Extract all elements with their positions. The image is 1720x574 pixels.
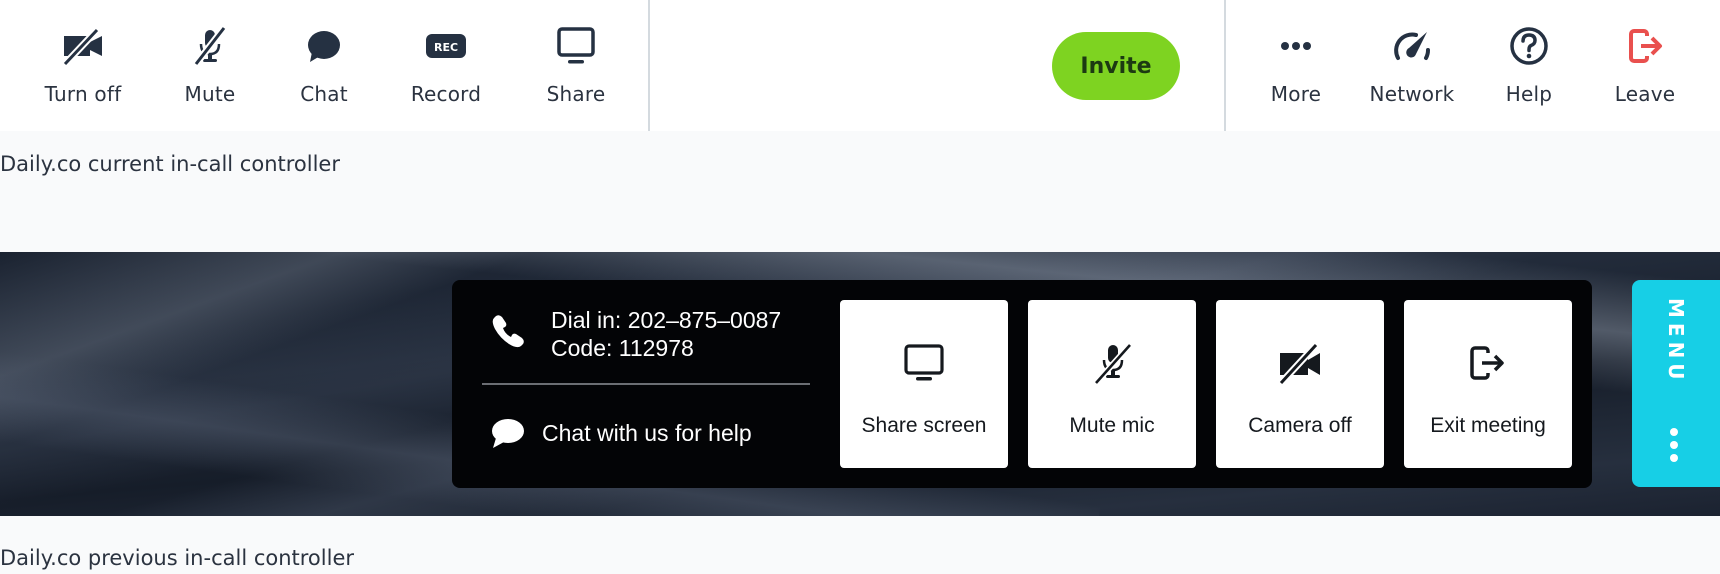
chat-bubble-icon — [302, 26, 346, 66]
more-label: More — [1270, 82, 1322, 106]
share-button[interactable]: Share — [544, 0, 608, 131]
chat-bubble-icon — [490, 416, 526, 450]
current-controller-toolbar: Turn off Mute Chat REC Record Share Invi… — [0, 0, 1720, 131]
mute-label: Mute — [184, 82, 236, 106]
turn-off-label: Turn off — [44, 82, 122, 106]
camera-off-icon — [1216, 340, 1384, 386]
toolbar-divider-left — [648, 0, 650, 131]
svg-text:REC: REC — [434, 41, 458, 54]
leave-button[interactable]: Leave — [1614, 0, 1676, 131]
mic-off-icon — [1028, 340, 1196, 386]
rec-icon: REC — [424, 26, 468, 66]
mute-mic-label: Mute mic — [1069, 414, 1155, 437]
phone-icon — [490, 312, 526, 348]
panel-divider — [482, 383, 810, 385]
dial-in-number: Dial in: 202–875–0087 — [551, 307, 782, 333]
current-controller-caption: Daily.co current in-call controller — [0, 152, 340, 176]
monitor-icon — [554, 26, 598, 66]
camera-off-tile[interactable]: Camera off — [1216, 300, 1384, 468]
record-label: Record — [410, 82, 482, 106]
speedometer-icon — [1390, 26, 1434, 66]
vertical-dots-icon — [1668, 427, 1680, 463]
toolbar-divider-right — [1224, 0, 1226, 131]
exit-icon — [1404, 340, 1572, 386]
invite-button[interactable]: Invite — [1052, 32, 1180, 100]
camera-off-icon — [61, 26, 105, 66]
record-button[interactable]: REC Record — [408, 0, 484, 131]
help-label: Help — [1505, 82, 1553, 106]
mic-off-icon — [188, 26, 232, 66]
chat-label: Chat — [300, 82, 348, 106]
mute-button[interactable]: Mute — [180, 0, 240, 131]
camera-off-label: Camera off — [1248, 414, 1352, 437]
exit-meeting-label: Exit meeting — [1430, 414, 1546, 437]
help-button[interactable]: Help — [1504, 0, 1554, 131]
leave-label: Leave — [1614, 82, 1676, 106]
previous-controller-caption: Daily.co previous in-call controller — [0, 546, 355, 570]
chat-help-label: Chat with us for help — [542, 419, 752, 446]
share-screen-label: Share screen — [861, 414, 987, 437]
chat-help-link[interactable]: Chat with us for help — [490, 416, 752, 450]
turn-off-camera-button[interactable]: Turn off — [43, 0, 123, 131]
monitor-icon — [840, 340, 1008, 386]
help-circle-icon — [1507, 26, 1551, 66]
exit-meeting-tile[interactable]: Exit meeting — [1404, 300, 1572, 468]
share-label: Share — [546, 82, 606, 106]
more-dots-icon — [1274, 26, 1318, 66]
network-label: Network — [1369, 82, 1455, 106]
share-screen-tile[interactable]: Share screen — [840, 300, 1008, 468]
leave-icon — [1623, 26, 1667, 66]
network-button[interactable]: Network — [1368, 0, 1456, 131]
chat-button[interactable]: Chat — [296, 0, 352, 131]
dial-in-code: Code: 112978 — [551, 335, 694, 361]
menu-label: MENU — [1664, 298, 1688, 385]
mute-mic-tile[interactable]: Mute mic — [1028, 300, 1196, 468]
more-button[interactable]: More — [1268, 0, 1324, 131]
dial-in-info: Dial in: 202–875–0087 Code: 112978 — [551, 306, 781, 362]
